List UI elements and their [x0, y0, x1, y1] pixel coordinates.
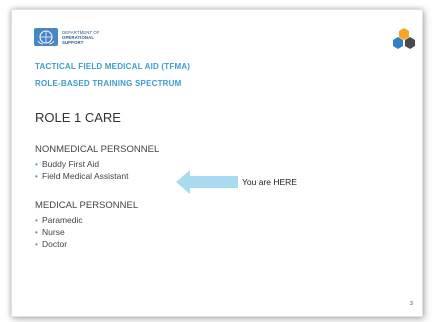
org-name: DEPARTMENT OF OPERATIONAL SUPPORT [62, 30, 100, 45]
list-item: • Doctor [35, 238, 83, 250]
list-item-label: Field Medical Assistant [42, 171, 129, 181]
list-item-label: Nurse [42, 227, 65, 237]
colored-blocks-logo-icon [393, 28, 415, 49]
slide-title: ROLE 1 CARE [35, 110, 121, 125]
medical-heading: MEDICAL PERSONNEL [35, 200, 139, 211]
org-line-3: SUPPORT [62, 39, 84, 45]
list-item: • Field Medical Assistant [35, 170, 128, 182]
you-are-here-label: You are HERE [242, 177, 297, 187]
nonmedical-list: • Buddy First Aid • Field Medical Assistan… [35, 158, 128, 182]
org-logo: DEPARTMENT OF OPERATIONAL SUPPORT [34, 27, 100, 47]
page-number: 3 [410, 301, 413, 307]
medical-list: • Paramedic • Nurse • Doctor [35, 214, 83, 250]
list-item-label: Paramedic [42, 215, 83, 225]
list-item: • Paramedic [35, 214, 83, 226]
nonmedical-heading: NONMEDICAL PERSONNEL [35, 144, 160, 155]
bullet-icon: • [35, 172, 38, 181]
list-item-label: Buddy First Aid [42, 159, 100, 169]
un-emblem-icon [34, 28, 58, 46]
bullet-icon: • [35, 240, 38, 249]
subtitle-spectrum: ROLE-BASED TRAINING SPECTRUM [35, 79, 182, 88]
list-item: • Buddy First Aid [35, 158, 128, 170]
left-arrow-icon [176, 170, 238, 194]
subtitle-program: TACTICAL FIELD MEDICAL AID (TFMA) [35, 62, 191, 71]
list-item-label: Doctor [42, 239, 68, 249]
list-item: • Nurse [35, 226, 83, 238]
slide: DEPARTMENT OF OPERATIONAL SUPPORT TACTIC… [11, 9, 423, 317]
